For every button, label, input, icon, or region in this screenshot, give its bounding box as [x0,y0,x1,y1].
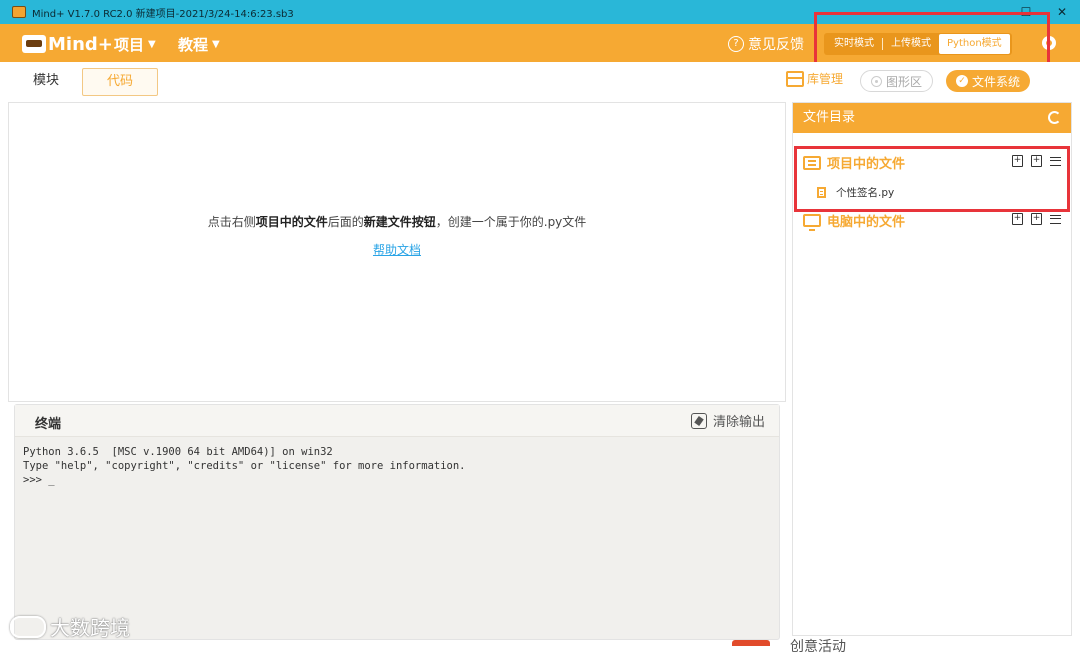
hint-prefix: 点击右侧 [207,215,256,229]
menu-project-label: 项目 [114,36,145,54]
terminal-header: 终端 清除输出 [15,405,779,437]
clear-output-label: 清除输出 [712,415,765,430]
app-icon [12,6,26,18]
hint-project-files: 项目中的文件 [255,215,328,229]
terminal-panel: 终端 清除输出 Python 3.6.5 [MSC v.1900 64 bit … [14,404,780,640]
file-system-wrapper: ✓ 文件系统 [946,70,1031,92]
graphics-area-button[interactable]: 图形区 [860,70,934,92]
new-folder-icon[interactable]: + [1031,213,1042,225]
file-directory-title: 文件目录 [803,110,856,125]
question-icon: ? [728,36,744,52]
computer-files-label: 电脑中的文件 [827,215,906,230]
tab-code[interactable]: 代码 [82,68,158,96]
caret-down-icon: ▼ [148,39,156,50]
editor-hint: 点击右侧项目中的文件后面的新建文件按钮，创建一个属于你的.py文件 [9,213,785,230]
feedback-button[interactable]: ? 意见反馈 [728,34,804,54]
mascot-image [732,640,770,646]
computer-files-actions: + + [1012,213,1061,225]
terminal-title: 终端 [35,417,62,432]
robot-logo-icon [22,35,46,53]
menu-icon[interactable] [1050,214,1061,224]
window-title: Mind+ V1.7.0 RC2.0 新建项目-2021/3/24-14:6:2… [32,8,294,20]
graphics-wrapper: 图形区 [860,70,934,92]
watermark-logo-icon [10,615,46,638]
hint-new-file-button: 新建文件按钮 [363,215,436,229]
highlight-box-project-files [794,146,1070,212]
library-label: 库管理 [807,72,844,86]
help-docs-link[interactable]: 帮助文档 [9,241,785,258]
new-file-icon[interactable]: + [1012,213,1023,225]
library-manager-button[interactable]: 库管理 [786,70,843,87]
mindplus-logo: Mind+ [22,32,113,56]
peek-text: 创意活动 [790,639,846,655]
tabs-row: 模块 代码 库管理 图形区 ✓ 文件系统 [0,62,1080,100]
menu-tutorial[interactable]: 教程 ▼ [178,34,220,55]
caret-down-icon: ▼ [212,39,220,50]
clear-output-button[interactable]: 清除输出 [690,411,765,430]
file-system-label: 文件系统 [972,74,1021,89]
highlight-box-modes [814,12,1050,68]
graphics-label: 图形区 [886,74,923,89]
code-editor-area[interactable]: 点击右侧项目中的文件后面的新建文件按钮，创建一个属于你的.py文件 帮助文档 [8,102,786,402]
watermark-text: 大数跨境 [50,616,130,640]
check-icon: ✓ [956,75,968,87]
brush-icon [690,412,707,429]
watermark: 大数跨境 [10,612,130,641]
hint-mid: 后面的 [327,215,364,229]
radio-icon [871,75,882,87]
library-icon [786,70,804,87]
monitor-icon [803,214,821,231]
logo-text: Mind+ [48,33,113,55]
computer-files-section[interactable]: 电脑中的文件 [803,211,906,231]
hint-suffix: ，创建一个属于你的.py文件 [435,215,587,229]
file-directory-header: 文件目录 [793,103,1071,133]
menu-project[interactable]: 项目 ▼ [114,34,156,55]
menu-tutorial-label: 教程 [178,36,209,54]
tab-blocks[interactable]: 模块 [8,68,84,96]
refresh-icon[interactable] [1048,111,1061,124]
terminal-output[interactable]: Python 3.6.5 [MSC v.1900 64 bit AMD64)] … [15,437,779,495]
feedback-label: 意见反馈 [748,37,804,53]
file-system-button[interactable]: ✓ 文件系统 [946,70,1031,92]
